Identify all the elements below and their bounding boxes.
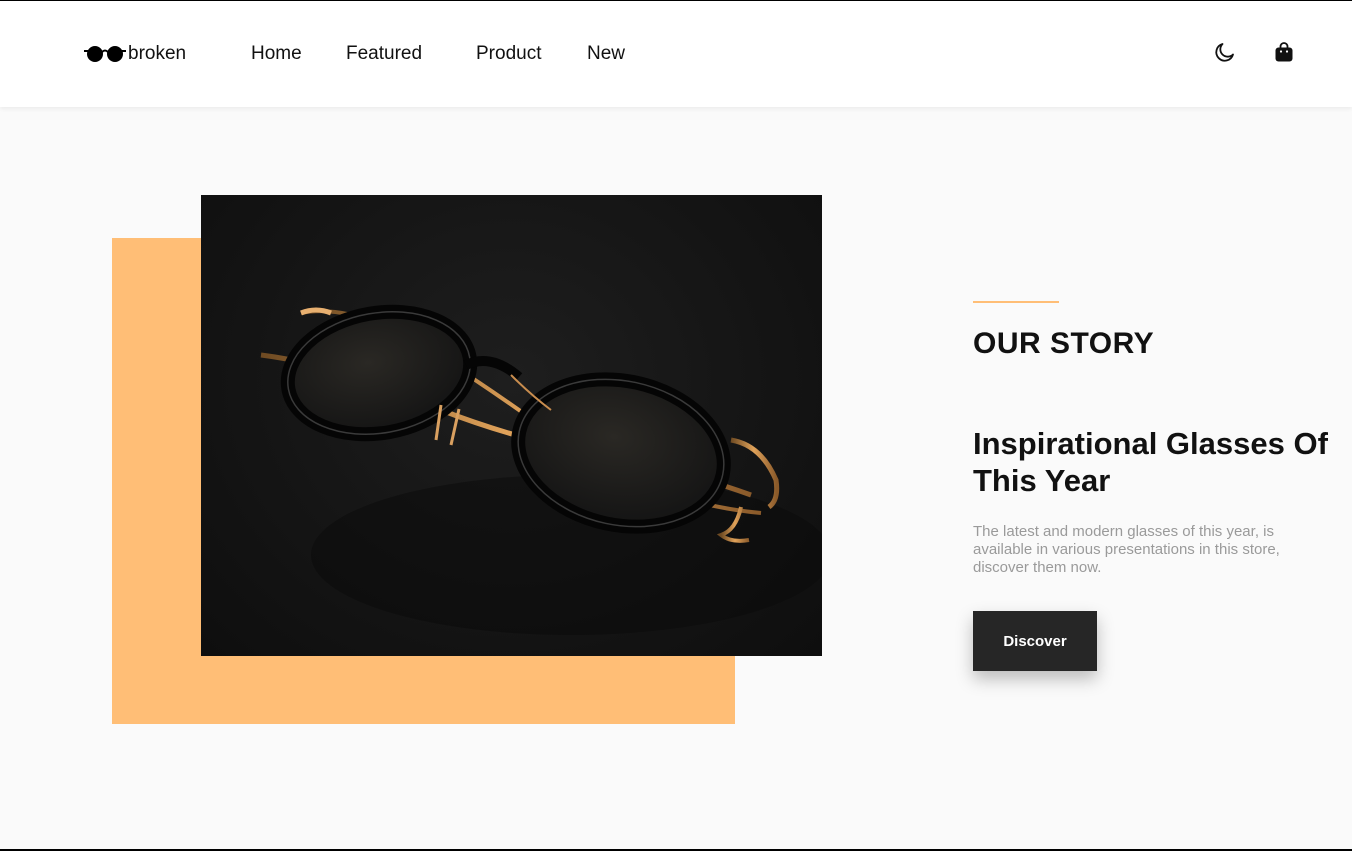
site-header: broken Home Featured Product New [0,1,1352,107]
nav-featured[interactable]: Featured [346,43,422,65]
nav-new[interactable]: New [587,43,625,65]
headline: Inspirational Glasses Of This Year [973,426,1328,498]
section-title: OUR STORY [973,327,1155,360]
description: The latest and modern glasses of this ye… [973,523,1280,576]
logo[interactable]: broken [84,41,186,67]
moon-icon [1215,43,1234,62]
glasses-logo-icon [84,46,126,62]
cart-button[interactable] [1271,39,1297,65]
theme-toggle-button[interactable] [1212,39,1238,65]
section-accent-line [973,301,1059,303]
nav-home[interactable]: Home [251,43,302,65]
logo-text: broken [128,43,187,64]
nav-product[interactable]: Product [476,43,541,65]
shopping-bag-icon [1275,42,1293,62]
discover-button[interactable]: Discover [973,611,1097,671]
glasses-photo [201,195,822,656]
